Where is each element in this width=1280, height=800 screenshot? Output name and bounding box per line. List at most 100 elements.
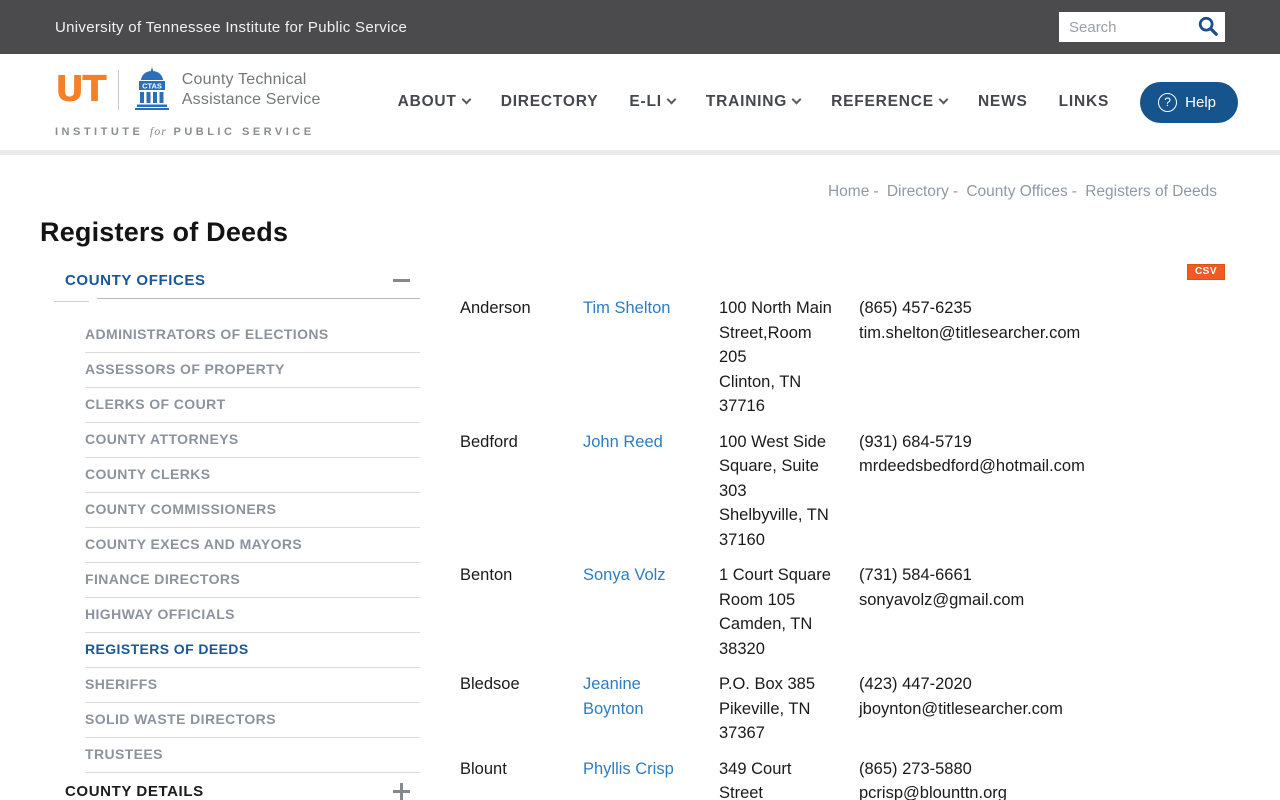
address-line: 303	[719, 481, 747, 500]
logo-divider	[117, 70, 119, 110]
nav-item[interactable]: LINKS	[1059, 93, 1110, 111]
address-line: 1 Court Square	[719, 566, 831, 584]
chevron-down-icon	[791, 94, 802, 105]
register-name-link[interactable]: Tim Shelton	[583, 299, 670, 317]
csv-export-button[interactable]: CSV	[1186, 264, 1225, 280]
nav-item[interactable]: NEWS	[978, 93, 1028, 111]
registers-table: Anderson Tim Shelton 100 North Main Stree…	[460, 296, 1225, 800]
nav-item[interactable]: ABOUT	[398, 93, 472, 111]
table-row: Anderson Tim Shelton 100 North Main Stree…	[460, 296, 1225, 419]
institute-tagline: INSTITUTE for PUBLIC SERVICE	[55, 123, 315, 138]
main-nav: ABOUT DIRECTORY E-LI TRAINING REFERENCE …	[398, 81, 1238, 123]
sidebar-item[interactable]: REGISTERS OF DEEDS	[85, 633, 420, 668]
contact-cell: (731) 584-6661 sonyavolz@gmail.com	[859, 563, 1225, 661]
sidebar-item[interactable]: ADMINISTRATORS OF ELECTIONS	[85, 318, 420, 353]
email-text: sonyavolz@gmail.com	[859, 590, 1025, 609]
address-line: 37367	[719, 724, 765, 742]
table-row: Benton Sonya Volz 1 Court Square Room 105…	[460, 563, 1225, 661]
ut-logo: UT	[55, 69, 107, 110]
svg-text:CTAS: CTAS	[142, 81, 162, 90]
ctas-capitol-icon: CTAS	[132, 66, 172, 115]
sidebar: COUNTY OFFICES ADMINISTRATORS OF ELECTIO…	[40, 264, 420, 800]
nav-item[interactable]: TRAINING	[706, 93, 802, 111]
search-input[interactable]	[1059, 18, 1191, 36]
address-line: Room 105	[719, 590, 796, 609]
content: COUNTY OFFICES ADMINISTRATORS OF ELECTIO…	[0, 264, 1280, 800]
breadcrumb: Home - Directory - County Offices - Registe…	[0, 155, 1280, 201]
sidebar-item[interactable]: COUNTY CLERKS	[85, 458, 420, 493]
sidebar-item[interactable]: SHERIFFS	[85, 668, 420, 703]
chevron-down-icon	[461, 94, 472, 105]
register-name-link[interactable]: Sonya Volz	[583, 566, 666, 584]
sidebar-item[interactable]: ASSESSORS OF PROPERTY	[85, 353, 420, 388]
sidebar-item[interactable]: HIGHWAY OFFICIALS	[85, 598, 420, 633]
email-text: mrdeedsbedford@hotmail.com	[859, 457, 1085, 475]
email-text: tim.shelton@titlesearcher.com	[859, 323, 1081, 342]
address-line: Street,Room	[719, 323, 812, 342]
search-box	[1059, 12, 1225, 42]
register-name-link[interactable]: Jeanine Boynton	[583, 675, 644, 718]
sidebar-item[interactable]: FINANCE DIRECTORS	[85, 563, 420, 598]
breadcrumb-link[interactable]: Directory	[887, 183, 949, 200]
help-button[interactable]: ? Help	[1140, 81, 1238, 123]
address-cell: 100 West Side Square, Suite 303 Shelbyville…	[719, 430, 859, 553]
chevron-down-icon	[938, 94, 949, 105]
name-cell: Sonya Volz	[583, 563, 719, 661]
address-line: 205	[719, 348, 747, 366]
name-cell: Jeanine Boynton	[583, 672, 719, 746]
phone-text: (731) 584-6661	[859, 566, 972, 584]
sidebar-item[interactable]: SOLID WASTE DIRECTORS	[85, 703, 420, 738]
breadcrumb-link[interactable]: County Offices	[966, 183, 1067, 200]
table-row: Bledsoe Jeanine Boynton P.O. Box 385 Pike…	[460, 672, 1225, 746]
breadcrumb-separator: -	[873, 183, 879, 200]
address-line: Camden, TN	[719, 615, 813, 633]
org-name: County Technical Assistance Service	[181, 71, 321, 108]
contact-cell: (423) 447-2020 jboynton@titlesearcher.co…	[859, 672, 1225, 746]
nav-item[interactable]: REFERENCE	[831, 93, 949, 111]
address-line: 349 Court	[719, 759, 792, 778]
county-cell: Benton	[460, 566, 513, 584]
sidebar-list: ADMINISTRATORS OF ELECTIONS ASSESSORS OF…	[85, 318, 420, 773]
nav-item[interactable]: E-LI	[629, 93, 677, 111]
site-logo[interactable]: UT CTAS County Technical Assistance Serv…	[55, 66, 321, 139]
address-line: Pikeville, TN	[719, 699, 811, 718]
breadcrumb-link[interactable]: Home	[828, 183, 869, 200]
phone-text: (865) 273-5880	[859, 759, 972, 778]
address-line: 100 West Side	[719, 432, 827, 451]
county-cell: Anderson	[460, 299, 531, 317]
header: UT CTAS County Technical Assistance Serv…	[0, 54, 1280, 150]
page-title: Registers of Deeds	[40, 217, 289, 247]
name-cell: John Reed	[583, 430, 719, 553]
email-text: pcrisp@blounttn.org	[859, 784, 1007, 800]
registers-table-area: CSV Anderson Tim Shelton 100 North Main S…	[460, 264, 1225, 800]
contact-cell: (865) 457-6235 tim.shelton@titlesearcher…	[859, 296, 1225, 419]
sidebar-item[interactable]: COUNTY EXECS AND MAYORS	[85, 528, 420, 563]
register-name-link[interactable]: John Reed	[583, 433, 663, 451]
chevron-down-icon	[666, 94, 677, 105]
address-line: Square, Suite	[719, 457, 819, 475]
sidebar-item[interactable]: TRUSTEES	[85, 738, 420, 773]
contact-cell: (865) 273-5880 pcrisp@blounttn.org	[859, 757, 1225, 800]
register-name-link[interactable]: Phyllis Crisp	[583, 760, 674, 778]
collapse-minus-icon	[393, 279, 410, 282]
nav-item[interactable]: DIRECTORY	[501, 93, 599, 111]
search-button[interactable]	[1191, 12, 1225, 42]
sidebar-section-county-details[interactable]: COUNTY DETAILS	[40, 775, 420, 800]
name-cell: Tim Shelton	[583, 296, 719, 419]
email-text: jboynton@titlesearcher.com	[859, 699, 1063, 718]
sidebar-item[interactable]: CLERKS OF COURT	[85, 388, 420, 423]
address-line: 38320	[719, 639, 765, 658]
contact-cell: (931) 684-5719 mrdeedsbedford@hotmail.co…	[859, 430, 1225, 553]
address-line: Street	[719, 784, 764, 800]
topbar: University of Tennessee Institute for Pu…	[0, 0, 1280, 54]
breadcrumb-link[interactable]: Registers of Deeds	[1085, 183, 1217, 200]
phone-text: (931) 684-5719	[859, 432, 972, 451]
address-line: P.O. Box 385	[719, 675, 816, 693]
question-mark-icon: ?	[1158, 92, 1178, 112]
sidebar-section-county-offices[interactable]: COUNTY OFFICES	[40, 264, 420, 298]
sidebar-item[interactable]: COUNTY COMMISSIONERS	[85, 493, 420, 528]
sidebar-item[interactable]: COUNTY ATTORNEYS	[85, 423, 420, 458]
expand-plus-icon	[393, 783, 410, 800]
address-cell: 1 Court Square Room 105 Camden, TN 38320	[719, 563, 859, 661]
sidebar-rule	[40, 298, 420, 302]
